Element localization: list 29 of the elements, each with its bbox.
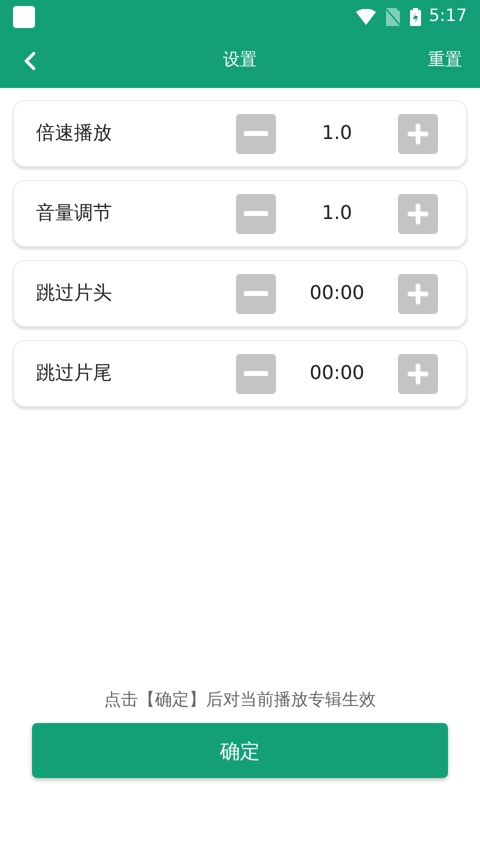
increase-button[interactable] (398, 114, 438, 154)
minus-icon (244, 291, 268, 296)
notification-icon (13, 6, 35, 28)
setting-value: 00:00 (310, 281, 364, 306)
reset-button[interactable]: 重置 (428, 48, 465, 74)
page-title: 设置 (223, 49, 257, 72)
hint-text: 点击【确定】后对当前播放专辑生效 (104, 688, 376, 712)
minus-icon (244, 131, 268, 136)
confirm-button[interactable]: 确定 (32, 723, 448, 778)
decrease-button[interactable] (236, 114, 276, 154)
wifi-icon (356, 9, 376, 25)
minus-icon (244, 371, 268, 376)
increase-button[interactable] (398, 194, 438, 234)
minus-icon (244, 211, 268, 216)
decrease-button[interactable] (236, 194, 276, 234)
setting-label: 倍速播放 (36, 121, 113, 146)
status-time: 5:17 (428, 5, 467, 28)
decrease-button[interactable] (236, 274, 276, 314)
decrease-button[interactable] (236, 354, 276, 394)
battery-icon (410, 8, 421, 26)
setting-value: 00:00 (310, 361, 364, 386)
setting-value: 1.0 (322, 121, 352, 146)
increase-button[interactable] (398, 274, 438, 314)
setting-label: 音量调节 (36, 201, 113, 226)
setting-label: 跳过片头 (36, 281, 113, 306)
increase-button[interactable] (398, 354, 438, 394)
no-sim-icon (386, 8, 400, 26)
setting-label: 跳过片尾 (36, 361, 113, 386)
setting-value: 1.0 (322, 201, 352, 226)
